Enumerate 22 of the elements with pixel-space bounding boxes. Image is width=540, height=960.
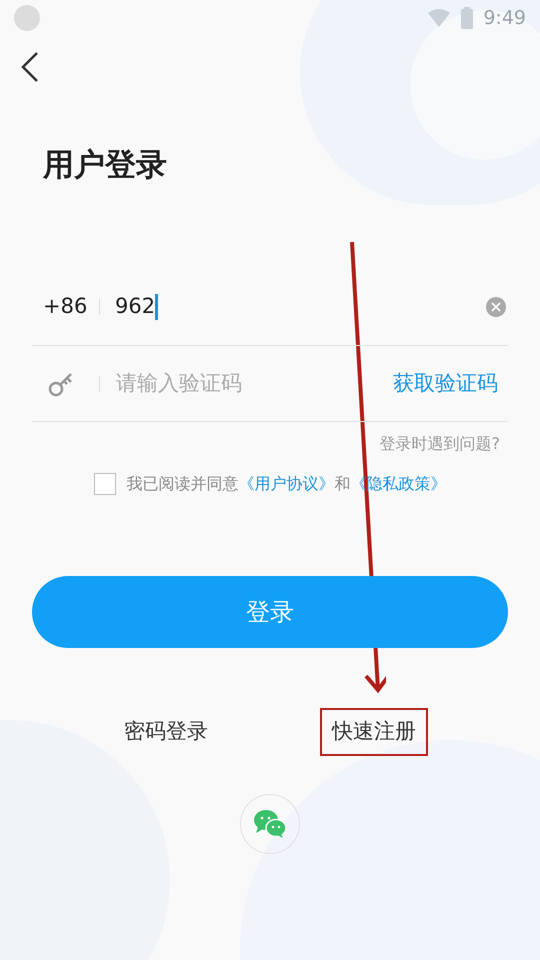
agreement-text: 我已阅读并同意 <box>126 473 238 495</box>
user-agreement-link[interactable]: 《用户协议》 <box>238 472 334 496</box>
battery-icon <box>461 7 474 29</box>
login-button[interactable]: 登录 <box>32 576 508 648</box>
app-notification-icon <box>14 5 40 31</box>
login-trouble-link[interactable]: 登录时遇到问题? <box>380 432 500 456</box>
status-time: 9:49 <box>483 6 526 31</box>
country-code[interactable]: +86 <box>43 291 99 323</box>
phone-field[interactable]: 962 <box>115 291 486 323</box>
wifi-icon <box>427 8 452 28</box>
close-icon <box>491 302 501 312</box>
and-text: 和 <box>334 473 350 495</box>
agreement-checkbox[interactable] <box>94 473 116 495</box>
wechat-login-button[interactable] <box>240 794 300 854</box>
get-code-button[interactable]: 获取验证码 <box>393 368 498 400</box>
verification-code-field[interactable]: 请输入验证码 <box>116 368 393 400</box>
clear-button[interactable] <box>486 297 506 317</box>
chat-bubbles-icon <box>253 809 287 839</box>
back-icon <box>20 51 40 83</box>
login-option-button[interactable]: 快速注册 <box>320 708 428 756</box>
login-option-button[interactable]: 密码登录 <box>112 708 220 756</box>
page-title: 用户登录 <box>43 146 167 186</box>
